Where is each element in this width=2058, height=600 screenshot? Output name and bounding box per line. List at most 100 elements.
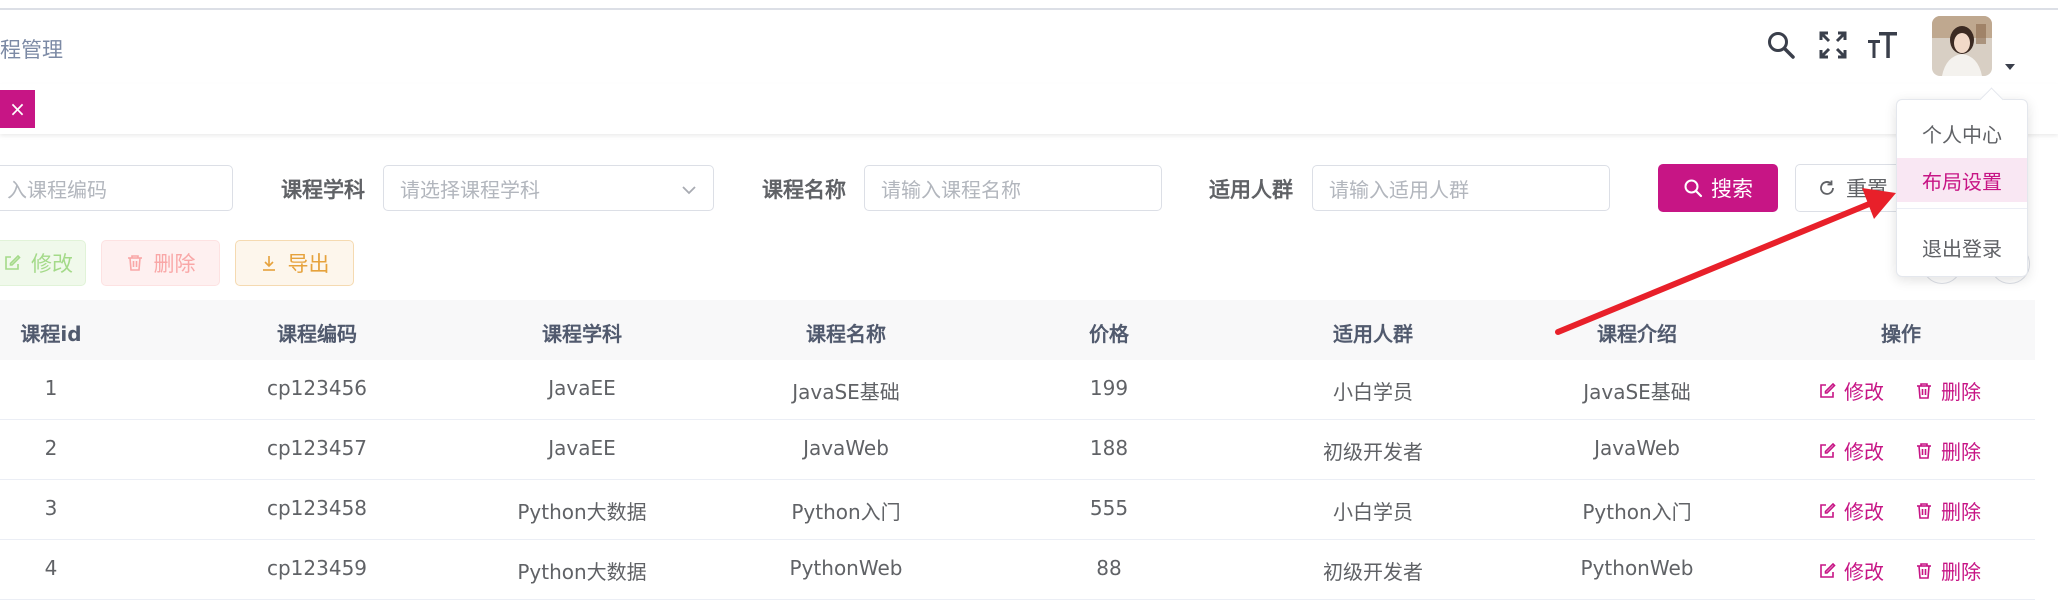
cell-id: 3	[44, 496, 58, 520]
cell-name: JavaWeb	[803, 436, 889, 460]
cell-subject: Python大数据	[517, 560, 647, 584]
row-delete-button[interactable]: 删除	[1915, 556, 1981, 585]
edit-icon	[3, 254, 21, 272]
table-header: 课程id 课程编码 课程学科 课程名称 价格 适用人群 课程介绍 操作	[0, 300, 2035, 361]
export-button-label: 导出	[287, 252, 330, 276]
cell-code: cp123459	[266, 556, 368, 580]
row-edit-button[interactable]: 修改	[1818, 556, 1884, 585]
cell-code: cp123458	[266, 496, 368, 520]
export-button[interactable]: 导出	[235, 240, 354, 286]
subject-select-placeholder: 请选择课程学科	[400, 177, 540, 202]
cell-id: 4	[44, 556, 58, 580]
table-row: 1 cp123456 JavaEE JavaSE基础 199 小白学员 Java…	[0, 360, 2035, 420]
menu-item-profile[interactable]: 个人中心	[1897, 111, 2027, 155]
row-delete-button[interactable]: 删除	[1915, 496, 1981, 525]
row-edit-label: 修改	[1844, 380, 1884, 404]
edit-button[interactable]: 修改	[0, 240, 86, 286]
row-delete-label: 删除	[1941, 440, 1981, 464]
cell-id: 2	[44, 436, 58, 460]
subject-select[interactable]: 请选择课程学科	[383, 165, 714, 211]
row-edit-label: 修改	[1844, 440, 1884, 464]
user-dropdown-menu: 个人中心 布局设置 退出登录	[1896, 87, 2028, 277]
cell-price: 555	[1089, 496, 1129, 520]
trash-icon	[1917, 382, 1931, 399]
menu-divider	[1897, 208, 2027, 209]
cell-audience: 初级开发者	[1323, 440, 1423, 464]
tag-close-icon[interactable]: ×	[0, 90, 35, 128]
column-header: 价格	[1089, 322, 1129, 346]
column-header: 课程学科	[542, 322, 622, 346]
table-row: 4 cp123459 Python大数据 PythonWeb 88 初级开发者 …	[0, 540, 2035, 600]
cell-intro: JavaWeb	[1594, 436, 1680, 460]
table-row: 3 cp123458 Python大数据 Python入门 555 小白学员 P…	[0, 480, 2035, 540]
search-icon	[1683, 178, 1703, 198]
cell-price: 88	[1096, 556, 1122, 580]
column-header: 课程id	[20, 322, 82, 346]
cell-intro: JavaSE基础	[1583, 380, 1691, 404]
trash-icon	[1917, 562, 1931, 579]
reset-button-label: 重置	[1846, 177, 1888, 201]
table-row: 2 cp123457 JavaEE JavaWeb 188 初级开发者 Java…	[0, 420, 2035, 480]
avatar[interactable]	[1932, 16, 1992, 76]
refresh-icon	[1818, 179, 1836, 197]
cell-subject: JavaEE	[548, 376, 616, 400]
row-delete-label: 删除	[1941, 560, 1981, 584]
edit-icon	[1820, 562, 1836, 578]
cell-subject: JavaEE	[548, 436, 616, 460]
edit-icon	[1820, 502, 1836, 518]
row-edit-button[interactable]: 修改	[1818, 376, 1884, 405]
cell-name: JavaSE基础	[792, 380, 900, 404]
menu-item-layout-settings[interactable]: 布局设置	[1897, 158, 2027, 202]
cell-subject: Python大数据	[517, 500, 647, 524]
cell-price: 188	[1089, 436, 1129, 460]
course-code-input[interactable]: 入课程编码	[0, 165, 233, 211]
row-delete-button[interactable]: 删除	[1915, 436, 1981, 465]
edit-icon	[1820, 442, 1836, 458]
edit-icon	[1820, 382, 1836, 398]
cell-audience: 初级开发者	[1323, 560, 1423, 584]
row-delete-label: 删除	[1941, 380, 1981, 404]
download-icon	[260, 254, 278, 272]
chevron-down-icon	[681, 179, 697, 203]
navbar	[0, 10, 2058, 85]
breadcrumb[interactable]: 程管理	[0, 34, 63, 64]
search-button-label: 搜索	[1711, 177, 1753, 201]
column-header: 适用人群	[1333, 322, 1413, 346]
cell-code: cp123457	[266, 436, 368, 460]
row-edit-button[interactable]: 修改	[1818, 496, 1884, 525]
column-header: 课程编码	[277, 322, 357, 346]
row-delete-button[interactable]: 删除	[1915, 376, 1981, 405]
trash-icon	[1917, 442, 1931, 459]
chevron-down-icon[interactable]	[2004, 56, 2016, 75]
cell-intro: PythonWeb	[1580, 556, 1694, 580]
column-header: 课程介绍	[1597, 322, 1677, 346]
course-name-label: 课程名称	[762, 178, 846, 202]
column-header: 操作	[1881, 322, 1921, 346]
cell-intro: Python入门	[1582, 500, 1692, 524]
delete-button[interactable]: 删除	[101, 240, 220, 286]
edit-button-label: 修改	[31, 252, 73, 276]
row-edit-label: 修改	[1844, 560, 1884, 584]
cell-id: 1	[44, 376, 58, 400]
audience-label: 适用人群	[1209, 178, 1293, 202]
font-size-icon[interactable]	[1866, 28, 1900, 62]
cell-name: PythonWeb	[789, 556, 903, 580]
row-edit-label: 修改	[1844, 500, 1884, 524]
row-delete-label: 删除	[1941, 500, 1981, 524]
tags-view: ×	[0, 84, 2058, 134]
cell-price: 199	[1089, 376, 1129, 400]
search-button[interactable]: 搜索	[1658, 164, 1778, 212]
search-icon[interactable]	[1764, 28, 1798, 62]
cell-name: Python入门	[791, 500, 901, 524]
trash-icon	[126, 254, 144, 272]
row-edit-button[interactable]: 修改	[1818, 436, 1884, 465]
column-header: 课程名称	[806, 322, 886, 346]
audience-input[interactable]: 请输入适用人群	[1312, 165, 1610, 211]
menu-item-logout[interactable]: 退出登录	[1897, 225, 2027, 269]
delete-button-label: 删除	[153, 252, 196, 276]
course-name-input[interactable]: 请输入课程名称	[864, 165, 1162, 211]
fullscreen-icon[interactable]	[1816, 28, 1850, 62]
trash-icon	[1917, 502, 1931, 519]
cell-audience: 小白学员	[1333, 500, 1413, 524]
subject-label: 课程学科	[281, 178, 365, 202]
